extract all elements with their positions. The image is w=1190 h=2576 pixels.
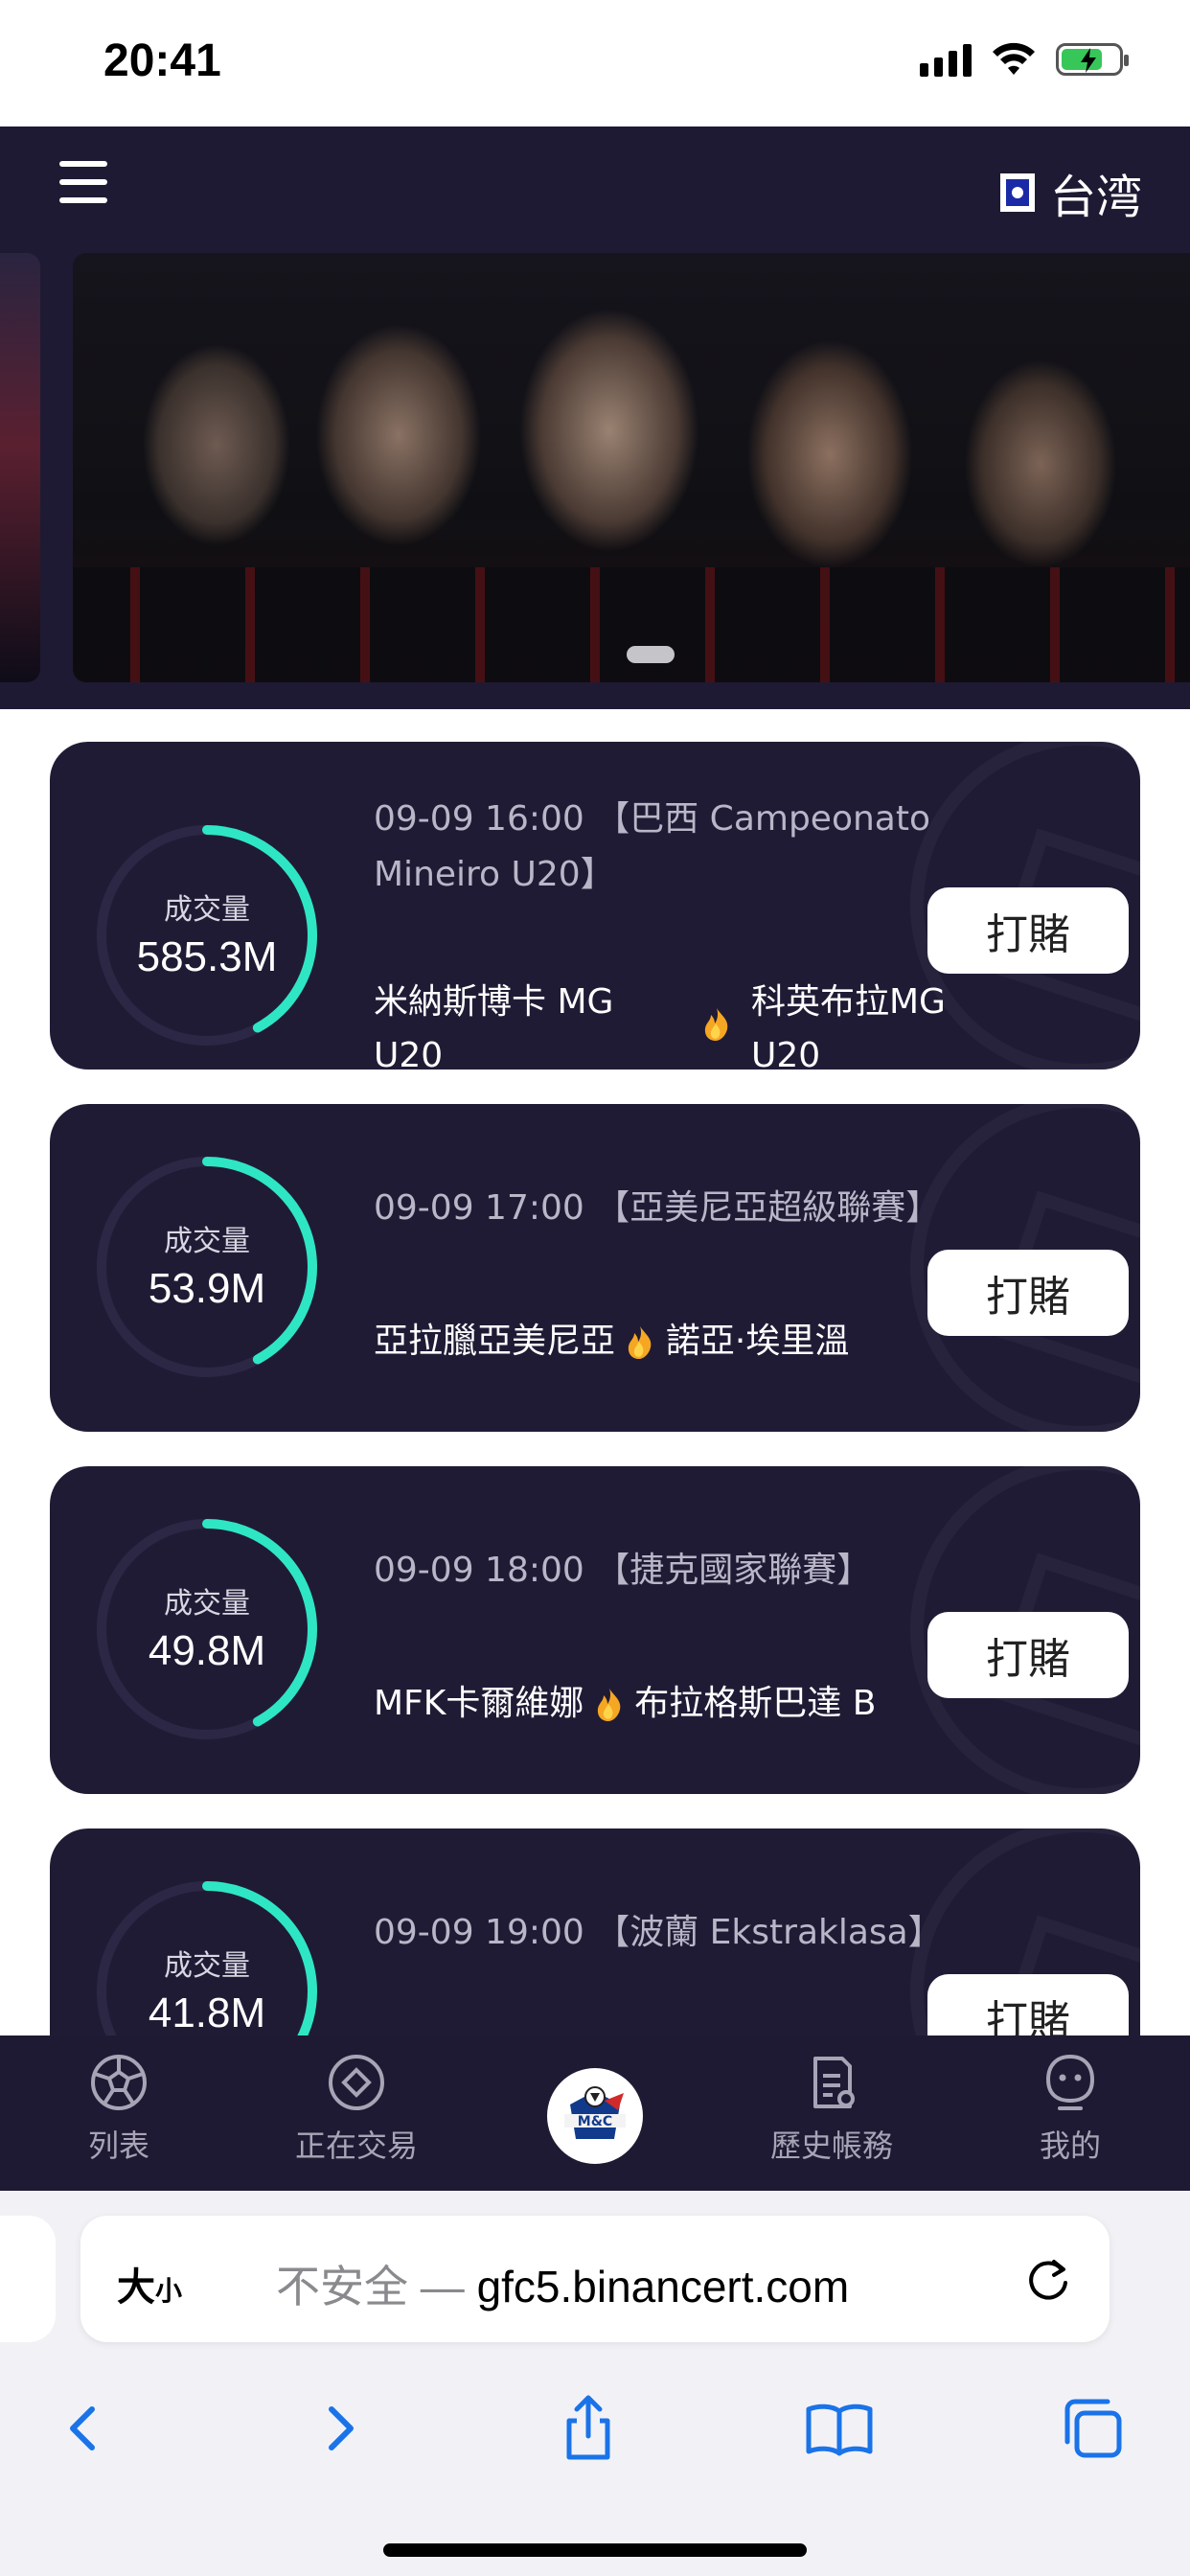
hamburger-menu-icon[interactable] [59, 161, 107, 203]
away-team: 科英布拉MG U20 [751, 982, 946, 1070]
address-bar[interactable]: 大小 不安全 — gfc5.binancert.com [80, 2216, 1110, 2342]
forward-icon[interactable] [301, 2390, 378, 2467]
mc-logo-icon: M&C [553, 2074, 637, 2158]
match-card[interactable]: 成交量 53.9M 09-09 17:00 【亞美尼亞超級聯賽】 亞拉臘亞美尼亞… [50, 1104, 1140, 1432]
bottom-tab-bar: 列表 正在交易 M&C 歷史帳務 我的 [0, 2036, 1190, 2191]
url-domain: gfc5.binancert.com [476, 2262, 850, 2312]
status-bar: 20:41 [0, 0, 1190, 126]
fire-versus-icon [629, 1326, 652, 1359]
volume-indicator: 成交量 585.3M [92, 886, 322, 981]
banner-previous-slide [0, 253, 40, 682]
football-icon [91, 2055, 147, 2110]
match-teams: 亞拉臘亞美尼亞 諾亞·埃里溫 [374, 1315, 849, 1368]
tab-history[interactable]: 歷史帳務 [736, 2049, 927, 2166]
match-card[interactable]: 成交量 585.3M 09-09 16:00 【巴西 Campeonato Mi… [50, 742, 1140, 1070]
match-time-league: 09-09 18:00 【捷克國家聯賽】 [374, 1551, 872, 1590]
tab-list[interactable]: 列表 [23, 2049, 215, 2166]
volume-caption: 成交量 [164, 1587, 250, 1621]
match-time-league: 09-09 19:00 【波蘭 Ekstraklasa】 [374, 1913, 943, 1952]
bet-button[interactable]: 打賭 [927, 887, 1129, 974]
battery-icon [1056, 43, 1129, 76]
text-size-button[interactable]: 大小 [117, 2256, 182, 2312]
status-time: 20:41 [103, 35, 221, 86]
share-icon[interactable] [550, 2390, 627, 2467]
volume-value: 41.8M [148, 1990, 266, 2036]
volume-value: 53.9M [148, 1265, 266, 1312]
volume-value: 49.8M [148, 1627, 266, 1674]
away-team: 諾亞·埃里溫 [665, 1322, 850, 1361]
match-time-league: 09-09 16:00 【巴西 Campeonato Mineiro U20】 [374, 799, 930, 894]
taiwan-flag-icon [999, 173, 1035, 212]
fire-versus-icon [597, 1689, 621, 1721]
svg-text:M&C: M&C [578, 2114, 612, 2129]
carousel-indicator [627, 646, 675, 663]
banner-image-football-players [73, 253, 1190, 682]
tab-trading[interactable]: 正在交易 [261, 2049, 452, 2166]
back-icon[interactable] [46, 2390, 123, 2467]
match-card[interactable]: 成交量 49.8M 09-09 18:00 【捷克國家聯賽】 MFK卡爾維娜 布… [50, 1466, 1140, 1794]
bet-button[interactable]: 打賭 [927, 1612, 1129, 1698]
previous-tab-preview[interactable] [0, 2216, 56, 2342]
bookmarks-icon[interactable] [801, 2390, 878, 2467]
fire-versus-icon [704, 1008, 728, 1041]
match-time-league: 09-09 17:00 【亞美尼亞超級聯賽】 [374, 1188, 941, 1228]
volume-caption: 成交量 [164, 893, 250, 927]
status-icons [920, 42, 1129, 77]
browser-nav [0, 2371, 1190, 2476]
away-team: 布拉格斯巴達 B [634, 1684, 877, 1723]
wifi-icon [993, 42, 1035, 75]
region-selector[interactable]: 台湾 [999, 159, 1142, 226]
banner-carousel[interactable] [0, 253, 1190, 709]
person-icon [1045, 2054, 1095, 2110]
home-team: MFK卡爾維娜 [374, 1684, 584, 1723]
tab-label: 正在交易 [294, 2128, 418, 2164]
volume-caption: 成交量 [164, 1949, 250, 1983]
home-indicator [383, 2543, 807, 2557]
reload-icon[interactable] [1023, 2254, 1073, 2304]
cellular-signal-icon [920, 42, 972, 77]
volume-indicator: 成交量 49.8M [92, 1579, 322, 1675]
browser-toolbar: 大小 不安全 — gfc5.binancert.com [0, 2191, 1190, 2576]
region-label: 台湾 [1049, 171, 1142, 224]
volume-indicator: 成交量 53.9M [92, 1217, 322, 1313]
bet-button[interactable]: 打賭 [927, 1250, 1129, 1336]
url-text[interactable]: 不安全 — gfc5.binancert.com [276, 2252, 849, 2315]
volume-caption: 成交量 [164, 1225, 250, 1258]
tab-label: 歷史帳務 [769, 2128, 893, 2164]
diamond-circle-icon [329, 2055, 384, 2110]
mc-logo-button[interactable]: M&C [547, 2068, 643, 2164]
tab-label: 我的 [1039, 2128, 1101, 2164]
home-team: 亞拉臘亞美尼亞 [374, 1322, 616, 1361]
tab-label: 列表 [87, 2128, 149, 2164]
volume-value: 585.3M [136, 933, 278, 980]
document-icon [813, 2057, 855, 2108]
home-team: 米納斯博卡 MG U20 [374, 982, 614, 1070]
app-header: 台湾 [0, 126, 1190, 253]
insecure-label: 不安全 — [276, 2262, 477, 2312]
tabs-icon[interactable] [1054, 2390, 1131, 2467]
tab-profile[interactable]: 我的 [974, 2049, 1166, 2166]
volume-indicator: 成交量 41.8M [92, 1942, 322, 2037]
match-teams: MFK卡爾維娜 布拉格斯巴達 B [374, 1677, 876, 1731]
